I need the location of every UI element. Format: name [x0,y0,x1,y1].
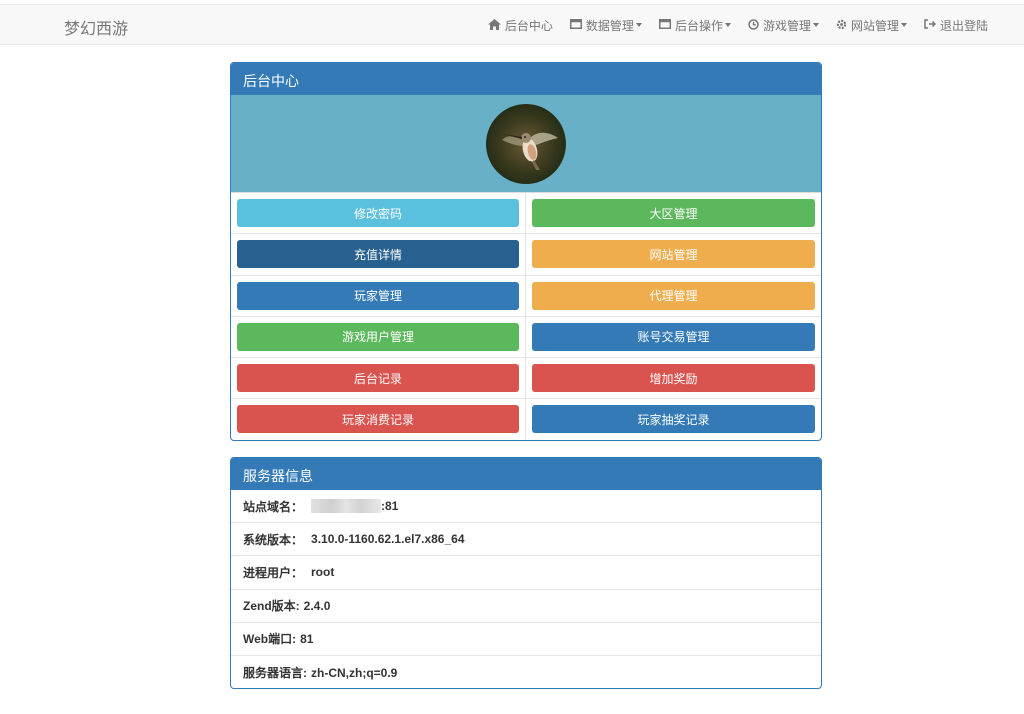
info-label: 系统版本： [243,532,304,547]
button-cell: 后台记录 [231,358,526,400]
player-lottery-log-button[interactable]: 玩家抽奖记录 [532,405,815,434]
home-icon [487,18,501,32]
button-cell: 修改密码 [231,193,526,235]
chevron-down-icon [635,23,642,27]
info-label: 服务器语言: [243,666,307,681]
server-info-panel: 服务器信息 站点域名： :81 系统版本： 3.10.0-1160.62.1.e… [230,457,822,689]
region-management-button[interactable]: 大区管理 [532,199,815,227]
info-value: 81 [300,631,314,646]
nav-item-home[interactable]: 后台中心 [487,17,553,34]
button-cell: 大区管理 [526,193,821,235]
backend-center-panel: 后台中心 修改密码 大区管理 充值详情 网站管理 玩家管理 代理管理 游戏用户管… [230,62,822,441]
nav-item-backend-operation[interactable]: 后台操作 [658,17,731,34]
info-label: Zend版本: [243,599,300,614]
avatar [486,103,566,184]
button-cell: 充值详情 [231,234,526,276]
nav-label: 数据管理 [585,18,634,33]
brand-title[interactable]: 梦幻西游 [64,15,128,39]
info-row-zend-version: Zend版本: 2.4.0 [231,590,821,623]
redacted-domain [311,499,382,514]
change-password-button[interactable]: 修改密码 [237,199,519,227]
info-row-server-language: 服务器语言: zh-CN,zh;q=0.9 [231,656,821,688]
info-row-system-version: 系统版本： 3.10.0-1160.62.1.el7.x86_64 [231,523,821,557]
button-cell: 增加奖励 [526,358,821,400]
info-value: zh-CN,zh;q=0.9 [311,665,398,680]
info-value: :81 [381,499,399,514]
info-label: Web端口: [243,632,297,647]
window-icon [658,19,671,31]
nav-item-data-management[interactable]: 数据管理 [569,17,642,34]
chevron-down-icon [900,23,907,27]
button-cell: 账号交易管理 [526,317,821,359]
info-row-domain: 站点域名： :81 [231,490,821,524]
nav-label: 网站管理 [850,18,899,33]
site-management-button[interactable]: 网站管理 [532,240,815,269]
button-cell: 网站管理 [526,234,821,276]
top-navbar: 梦幻西游 后台中心 数据管理 后台操作 游戏管理 网站管理 退出登陆 [0,4,1024,45]
nav-item-game-management[interactable]: 游戏管理 [748,17,819,34]
nav-label: 游戏管理 [762,18,811,33]
chevron-down-icon [724,23,731,27]
info-value: 2.4.0 [303,598,331,613]
player-spending-log-button[interactable]: 玩家消费记录 [237,405,519,434]
nav-label: 退出登陆 [939,18,988,33]
recharge-details-button[interactable]: 充值详情 [237,240,519,269]
info-label: 站点域名： [243,499,304,514]
agent-management-button[interactable]: 代理管理 [532,281,815,310]
nav-menu: 后台中心 数据管理 后台操作 游戏管理 网站管理 退出登陆 [471,5,988,45]
add-reward-button[interactable]: 增加奖励 [532,364,815,393]
panel-title: 服务器信息 [231,458,821,490]
nav-label: 后台操作 [674,18,723,33]
logout-icon [924,19,937,31]
game-user-management-button[interactable]: 游戏用户管理 [237,322,519,351]
gear-icon [836,19,847,32]
nav-item-logout[interactable]: 退出登陆 [924,17,988,34]
window-icon [569,19,582,31]
nav-label: 后台中心 [504,18,553,33]
nav-item-site-management[interactable]: 网站管理 [836,17,907,34]
info-label: 进程用户： [243,565,304,580]
info-row-web-port: Web端口: 81 [231,623,821,656]
account-trade-management-button[interactable]: 账号交易管理 [532,322,815,351]
info-row-process-user: 进程用户： root [231,556,821,590]
button-cell: 玩家管理 [231,275,526,317]
info-value: 3.10.0-1160.62.1.el7.x86_64 [311,532,465,547]
clock-icon [748,18,759,32]
admin-button-grid: 修改密码 大区管理 充值详情 网站管理 玩家管理 代理管理 游戏用户管理 账号交… [231,193,821,440]
chevron-down-icon [812,23,819,27]
panel-title: 后台中心 [231,63,821,95]
player-management-button[interactable]: 玩家管理 [237,281,519,310]
button-cell: 玩家抽奖记录 [526,399,821,440]
profile-banner [231,95,821,193]
backend-log-button[interactable]: 后台记录 [237,364,519,393]
button-cell: 代理管理 [526,276,821,317]
info-value: root [311,565,335,580]
button-cell: 游戏用户管理 [231,316,526,359]
button-cell: 玩家消费记录 [231,399,526,440]
